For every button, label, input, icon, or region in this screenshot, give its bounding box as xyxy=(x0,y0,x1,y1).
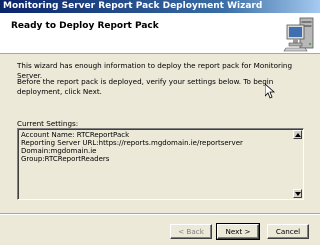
mouse-pointer-icon xyxy=(265,84,275,99)
wizard-header: Ready to Deploy Report Pack xyxy=(0,13,320,54)
current-settings-label: Current Settings: xyxy=(17,119,79,128)
scroll-down-button[interactable] xyxy=(293,189,302,198)
arrow-up-icon xyxy=(295,133,301,137)
arrow-down-icon xyxy=(295,192,301,196)
footer-divider xyxy=(0,213,320,215)
window-title: Monitoring Server Report Pack Deployment… xyxy=(3,1,263,11)
server-computer-icon xyxy=(283,17,314,52)
current-settings-textbox[interactable]: Account Name: RTCReportPack Reporting Se… xyxy=(17,128,304,200)
cancel-button[interactable]: Cancel xyxy=(267,224,309,239)
back-button[interactable]: < Back xyxy=(170,224,212,239)
scroll-up-button[interactable] xyxy=(293,130,302,139)
page-title: Ready to Deploy Report Pack xyxy=(11,21,159,31)
wizard-window: Monitoring Server Report Pack Deployment… xyxy=(0,0,320,245)
vertical-scrollbar[interactable] xyxy=(293,130,302,198)
settings-line-group: Group:RTCReportReaders xyxy=(21,155,110,163)
next-button[interactable]: Next > xyxy=(216,223,260,240)
title-bar[interactable]: Monitoring Server Report Pack Deployment… xyxy=(0,0,320,13)
